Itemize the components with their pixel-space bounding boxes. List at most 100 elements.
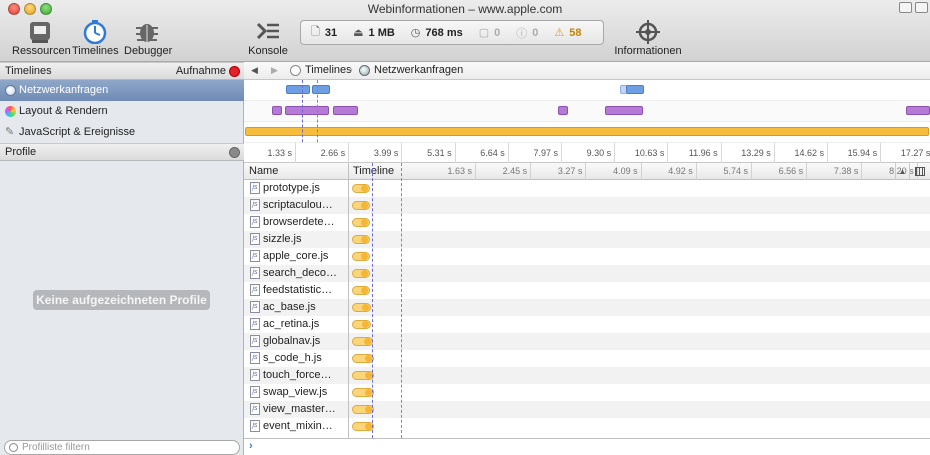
dock-button[interactable]	[899, 2, 912, 13]
sidebar-item-layout[interactable]: Layout & Rendern	[0, 101, 244, 122]
script-icon: ✎	[5, 126, 15, 138]
script-file-icon: js	[250, 182, 260, 194]
network-bar	[286, 85, 310, 94]
toolbar-resources-label: Ressourcen	[12, 45, 71, 57]
toolbar-timelines-label: Timelines	[72, 45, 119, 57]
table-row[interactable]: js ac_retina.js	[244, 316, 930, 333]
toolbar-debugger-label: Debugger	[124, 45, 173, 57]
script-bar	[245, 127, 929, 136]
sidebar-item-javascript[interactable]: ✎ JavaScript & Ereignisse	[0, 122, 244, 143]
ruler-tick-label: 5.31 s	[396, 143, 456, 163]
ruler-tick-label: 9.30 s	[555, 143, 616, 163]
script-file-icon: js	[250, 267, 260, 279]
layout-bar	[272, 106, 282, 115]
back-arrow-icon[interactable]: ◀	[251, 62, 258, 79]
grid-tick-label: 4.92 s	[642, 163, 697, 180]
table-row[interactable]: js sizzle.js	[244, 231, 930, 248]
layout-bar	[906, 106, 930, 115]
table-row[interactable]: js view_master…	[244, 401, 930, 418]
script-file-icon: js	[250, 386, 260, 398]
breadcrumb-timelines[interactable]: Timelines	[290, 62, 352, 79]
table-row[interactable]: js apple_core.js	[244, 248, 930, 265]
request-timing-bar	[352, 235, 370, 244]
undock-button[interactable]	[915, 2, 928, 13]
grid-tick-label: 5.74 s	[697, 163, 752, 180]
record-button[interactable]	[229, 66, 240, 77]
toolbar-inspect-label: Informationen	[614, 45, 682, 57]
network-bar	[626, 85, 644, 94]
ruler-tick-label: 15.94 s	[821, 143, 882, 163]
column-timeline-header[interactable]: Timeline	[348, 163, 420, 180]
timelines-header: Timelines Aufnahme	[0, 62, 244, 80]
column-divider[interactable]	[348, 163, 349, 438]
sidebar-item-network[interactable]: Netzwerkanfragen	[0, 80, 244, 101]
request-timing-bar	[352, 320, 371, 329]
toolbar-inspect-button[interactable]: Informationen	[614, 20, 682, 57]
resource-name: browserdete…	[263, 216, 335, 228]
forward-arrow-icon[interactable]: ▶	[271, 62, 278, 79]
clock-icon: ◷	[410, 27, 421, 39]
stopwatch-icon	[290, 65, 301, 76]
resource-name: prototype.js	[263, 182, 320, 194]
ruler-tick-label: 10.63 s	[608, 143, 669, 163]
title-bar: Webinformationen – www.apple.com Ressour…	[0, 0, 930, 62]
stopwatch-icon	[83, 20, 107, 44]
document-icon: 🗋	[311, 26, 320, 38]
columns-icon[interactable]	[909, 163, 930, 180]
column-name-header[interactable]: Name	[249, 163, 278, 180]
toolbar-timelines-button[interactable]: Timelines	[72, 20, 119, 57]
table-row[interactable]: js swap_view.js	[244, 384, 930, 401]
request-timing-bar	[352, 405, 374, 414]
grid-header: Name Timeline 1.63 s 2.45 s 3.27 s 4.09 s 4.…	[244, 163, 930, 180]
table-row[interactable]: js globalnav.js	[244, 333, 930, 350]
status-summary[interactable]: 🗋 31 ⏏ 1 MB ◷ 768 ms ▢ 0 ⓘ 0 ⚠ 58	[300, 20, 604, 45]
table-row[interactable]: js event_mixin…	[244, 418, 930, 435]
table-row[interactable]: js prototype.js	[244, 180, 930, 197]
network-bar	[312, 85, 330, 94]
toolbar-debugger-button[interactable]: Debugger	[124, 20, 173, 57]
issue-icon: ⓘ	[516, 27, 528, 40]
breadcrumb-network[interactable]: Netzwerkanfragen	[359, 62, 463, 79]
ruler-tick-label: 17.27 s	[874, 143, 930, 163]
request-timing-bar	[352, 184, 370, 193]
resource-name: apple_core.js	[263, 250, 329, 262]
resources-icon	[30, 22, 50, 43]
grid-tick-label: 3.27 s	[531, 163, 587, 180]
sort-ascending-icon[interactable]: ▲	[895, 163, 909, 180]
table-row[interactable]: js browserdete…	[244, 214, 930, 231]
resource-name: ac_base.js	[263, 301, 316, 313]
network-icon	[359, 65, 370, 76]
resource-name: scriptaculou…	[263, 199, 333, 211]
resource-name: s_code_h.js	[263, 352, 322, 364]
table-row[interactable]: js feedstatistic…	[244, 282, 930, 299]
script-file-icon: js	[250, 284, 260, 296]
resource-list: js prototype.js js scriptaculou… js browserde…	[244, 180, 930, 436]
request-timing-bar	[352, 218, 370, 227]
warning-icon: ⚠	[554, 27, 565, 39]
profile-filter-input[interactable]: Profilliste filtern	[4, 440, 240, 455]
table-row[interactable]: js ac_base.js	[244, 299, 930, 316]
toolbar-resources-button[interactable]: Ressourcen	[12, 20, 71, 57]
table-row[interactable]: js scriptaculou…	[244, 197, 930, 214]
console-icon	[256, 22, 279, 40]
errors-count: ▢ 0	[478, 26, 501, 40]
script-file-icon: js	[250, 352, 260, 364]
table-row[interactable]: js touch_force…	[244, 367, 930, 384]
no-profiles-button[interactable]: Keine aufgezeichneten Profile	[33, 290, 210, 310]
ruler-tick-label: 7.97 s	[502, 143, 562, 163]
timeline-content: ◀ ▶ Timelines › Netzwerkanfragen 1.33 s …	[244, 62, 930, 455]
overview-network-row	[244, 80, 930, 101]
weight-icon: ⏏	[353, 27, 364, 39]
toolbar-console-button[interactable]: Konsole	[244, 20, 292, 57]
script-file-icon: js	[250, 301, 260, 313]
window-title: Webinformationen – www.apple.com	[367, 2, 563, 16]
request-timing-bar	[352, 337, 373, 346]
table-row[interactable]: js search_deco…	[244, 265, 930, 282]
timeline-overview[interactable]	[244, 80, 930, 143]
load-event-marker	[401, 163, 402, 438]
console-prompt[interactable]: ›	[244, 438, 930, 455]
table-row[interactable]: js s_code_h.js	[244, 350, 930, 367]
grid-tick-label: 7.38 s	[807, 163, 863, 180]
overview-layout-row	[244, 101, 930, 122]
transfer-size: ⏏ 1 MB	[353, 26, 395, 40]
